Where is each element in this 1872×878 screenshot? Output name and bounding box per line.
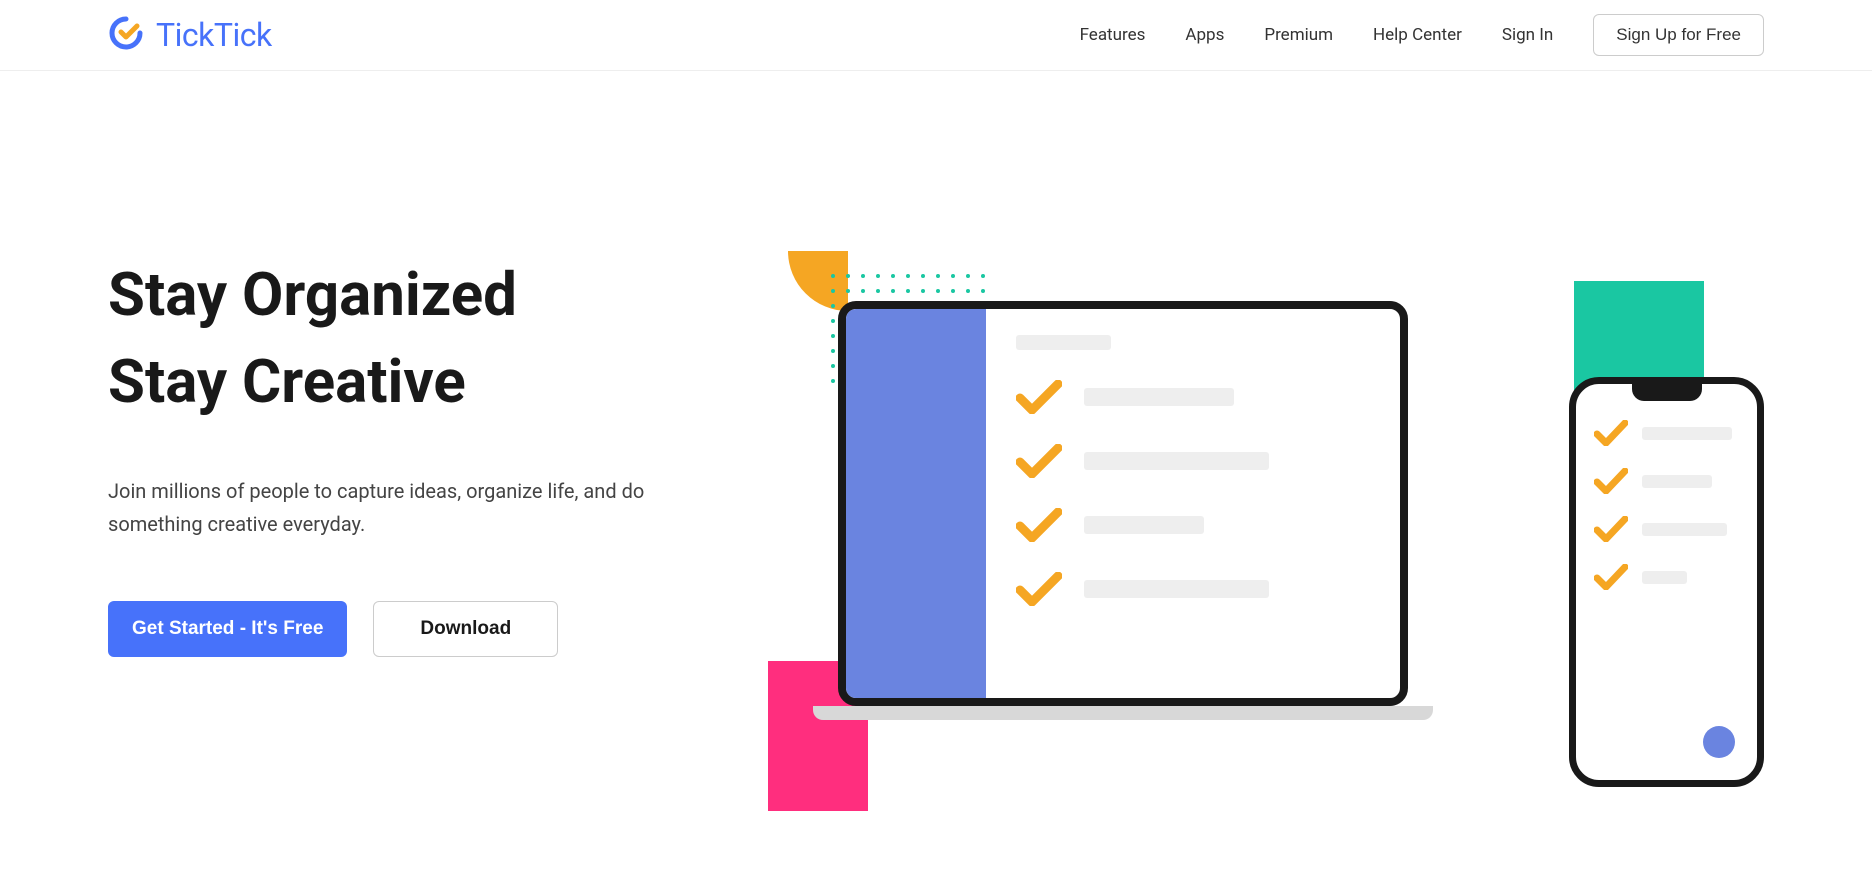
nav-premium[interactable]: Premium — [1264, 25, 1333, 45]
hero-copy: Stay Organized Stay Creative Join millio… — [108, 251, 728, 811]
logo[interactable]: TickTick — [108, 15, 272, 55]
hero-title-line1: Stay Organized — [108, 259, 517, 330]
check-icon — [1594, 516, 1628, 542]
check-icon — [1594, 564, 1628, 590]
hero-section: Stay Organized Stay Creative Join millio… — [0, 71, 1872, 811]
check-icon — [1016, 444, 1062, 478]
hero-buttons: Get Started - It's Free Download — [108, 601, 728, 657]
check-icon — [1016, 508, 1062, 542]
check-icon — [1016, 572, 1062, 606]
main-nav: Features Apps Premium Help Center Sign I… — [1080, 14, 1764, 56]
logo-text: TickTick — [156, 16, 272, 54]
get-started-button[interactable]: Get Started - It's Free — [108, 601, 347, 657]
nav-help-center[interactable]: Help Center — [1373, 25, 1462, 45]
illustration-laptop — [838, 301, 1438, 751]
header: TickTick Features Apps Premium Help Cent… — [0, 0, 1872, 71]
check-icon — [1594, 420, 1628, 446]
check-icon — [1016, 380, 1062, 414]
download-button[interactable]: Download — [373, 601, 558, 657]
check-icon — [1594, 468, 1628, 494]
sign-up-button[interactable]: Sign Up for Free — [1593, 14, 1764, 56]
nav-features[interactable]: Features — [1080, 25, 1146, 45]
hero-title-line2: Stay Creative — [108, 346, 466, 417]
illustration-phone — [1569, 377, 1764, 787]
phone-fab-icon — [1703, 726, 1735, 758]
hero-subtitle: Join millions of people to capture ideas… — [108, 475, 708, 541]
nav-sign-in[interactable]: Sign In — [1502, 25, 1553, 45]
hero-title: Stay Organized Stay Creative — [108, 251, 728, 425]
nav-apps[interactable]: Apps — [1185, 25, 1224, 45]
hero-illustration — [768, 251, 1764, 811]
logo-icon — [108, 15, 144, 55]
